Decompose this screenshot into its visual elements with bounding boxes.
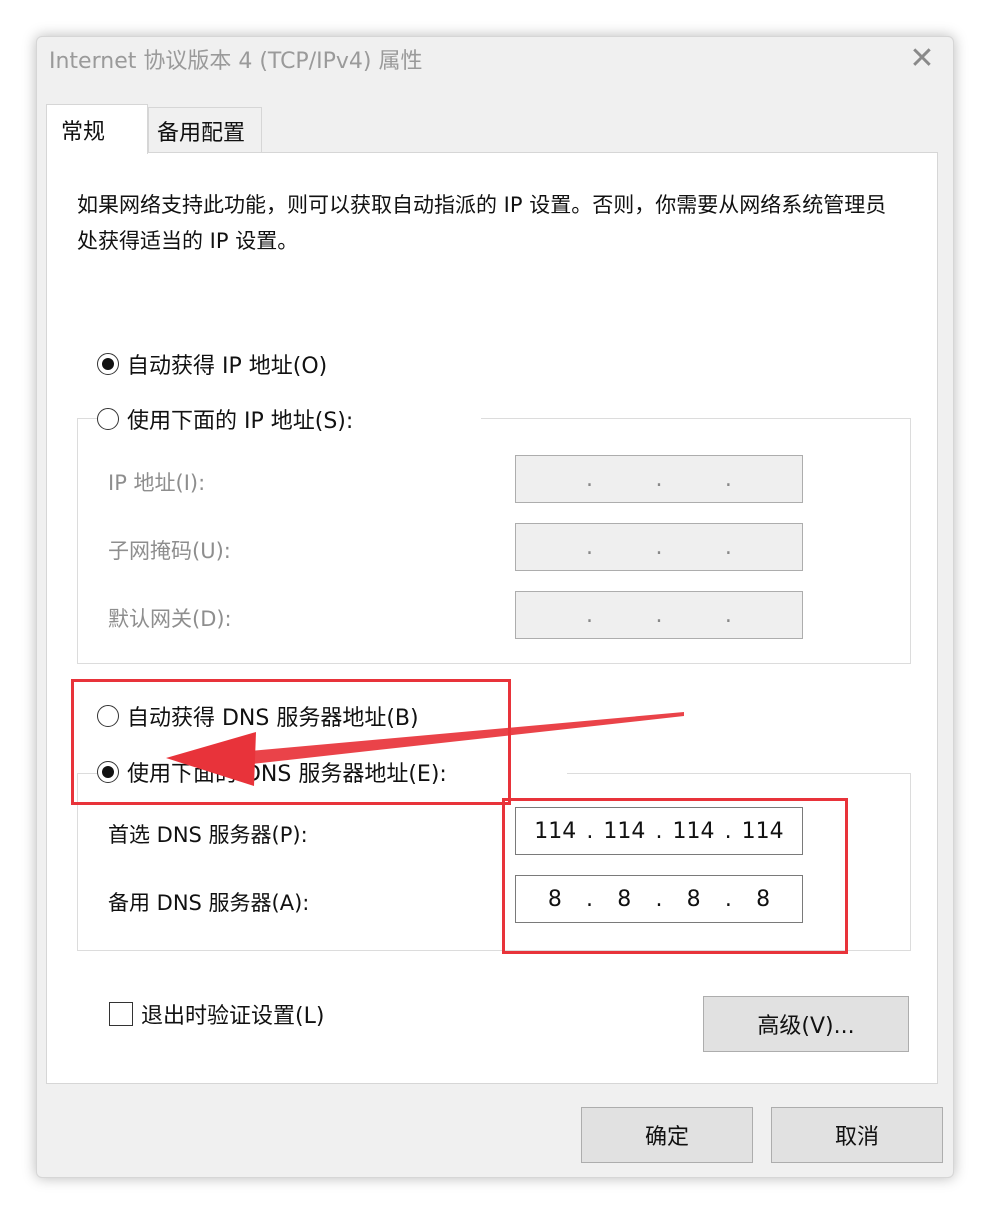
ok-button[interactable]: 确定 — [581, 1107, 753, 1163]
dns-auto-label: 自动获得 DNS 服务器地址(B) — [127, 706, 419, 731]
window-title: Internet 协议版本 4 (TCP/IPv4) 属性 — [49, 49, 423, 74]
general-panel: 如果网络支持此功能，则可以获取自动指派的 IP 设置。否则，你需要从网络系统管理… — [46, 152, 938, 1084]
radio-indicator — [97, 761, 119, 783]
description-text: 如果网络支持此功能，则可以获取自动指派的 IP 设置。否则，你需要从网络系统管理… — [77, 193, 887, 253]
validate-on-exit-checkbox[interactable]: 退出时验证设置(L) — [109, 998, 324, 1030]
checkbox-indicator — [109, 1002, 133, 1026]
ip-address-label: IP 地址(I): — [108, 471, 206, 495]
ip-address-input: . . . — [515, 455, 803, 503]
default-gateway-label: 默认网关(D): — [108, 607, 232, 631]
tab-general[interactable]: 常规 — [46, 104, 148, 154]
preferred-dns-input[interactable]: 114. 114. 114. 114 — [515, 807, 803, 855]
alternate-dns-label: 备用 DNS 服务器(A): — [108, 891, 310, 915]
dns-auto-radio[interactable]: 自动获得 DNS 服务器地址(B) — [97, 700, 419, 732]
radio-indicator — [97, 705, 119, 727]
subnet-mask-input: . . . — [515, 523, 803, 571]
alternate-dns-input[interactable]: 8. 8. 8. 8 — [515, 875, 803, 923]
radio-indicator — [97, 408, 119, 430]
default-gateway-input: . . . — [515, 591, 803, 639]
dns-manual-label: 使用下面的 DNS 服务器地址(E): — [127, 762, 447, 787]
advanced-button[interactable]: 高级(V)... — [703, 996, 909, 1052]
ip-manual-label: 使用下面的 IP 地址(S): — [127, 409, 354, 434]
preferred-dns-label: 首选 DNS 服务器(P): — [108, 823, 308, 847]
tab-alternate-config[interactable]: 备用配置 — [148, 107, 262, 153]
dns-manual-radio[interactable]: 使用下面的 DNS 服务器地址(E): — [97, 756, 567, 788]
validate-on-exit-label: 退出时验证设置(L) — [141, 1004, 325, 1029]
ip-auto-label: 自动获得 IP 地址(O) — [127, 354, 328, 379]
close-icon[interactable]: ✕ — [905, 41, 939, 76]
radio-indicator — [97, 353, 119, 375]
dialog-window: Internet 协议版本 4 (TCP/IPv4) 属性 ✕ 常规 备用配置 … — [36, 36, 954, 1178]
subnet-mask-label: 子网掩码(U): — [108, 539, 231, 563]
ip-auto-radio[interactable]: 自动获得 IP 地址(O) — [97, 348, 327, 380]
ip-manual-radio[interactable]: 使用下面的 IP 地址(S): — [97, 403, 482, 435]
dns-manual-group — [77, 773, 911, 951]
cancel-button[interactable]: 取消 — [771, 1107, 943, 1163]
